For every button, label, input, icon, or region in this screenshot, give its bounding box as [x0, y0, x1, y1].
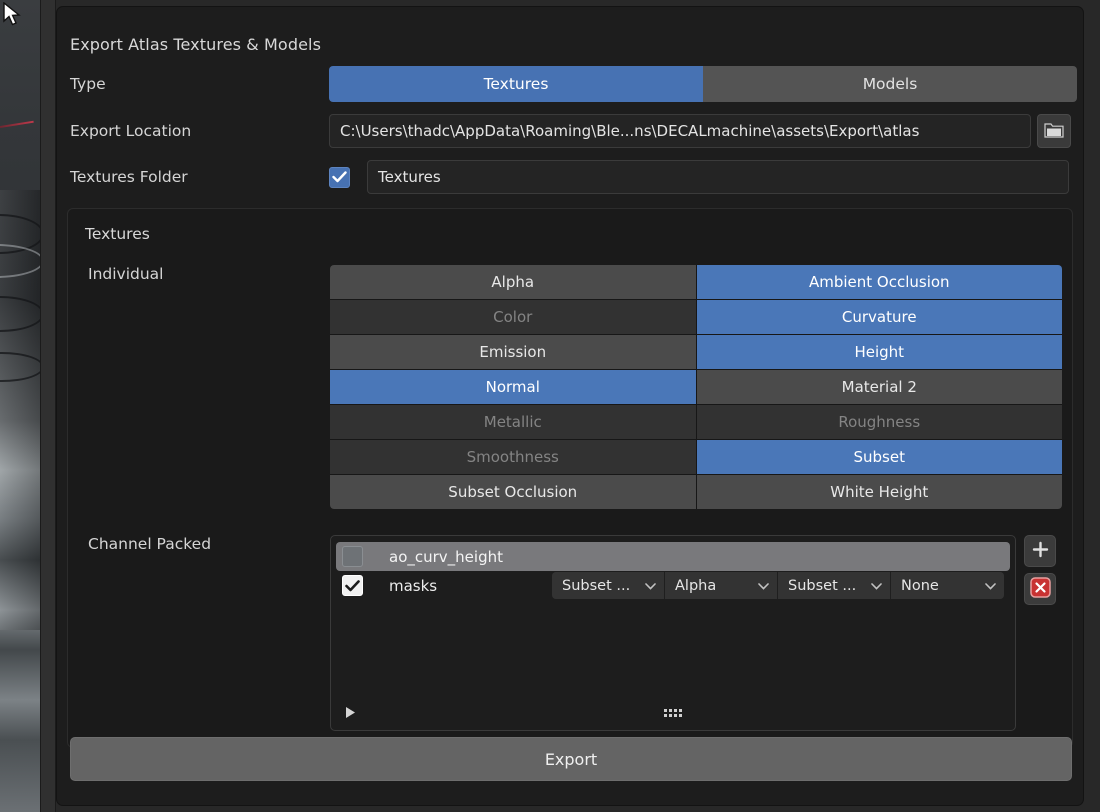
- channel-dropdown-2[interactable]: Alpha: [665, 572, 778, 599]
- screen: Export Atlas Textures & Models Type Text…: [0, 0, 1100, 812]
- textures-subpanel-title: Textures: [85, 225, 150, 243]
- type-row: Type Textures Models: [67, 66, 1077, 102]
- type-label: Type: [70, 75, 106, 93]
- channel-dropdown-label: Subset ...: [788, 577, 857, 594]
- viewport-gutter: [40, 0, 56, 812]
- textures-folder-input[interactable]: Textures: [367, 160, 1069, 194]
- channel-dropdown-3[interactable]: Subset ...: [778, 572, 891, 599]
- channel-dropdown-label: Alpha: [675, 577, 717, 594]
- check-icon: [332, 171, 347, 183]
- export-location-label: Export Location: [70, 122, 192, 140]
- channel-dropdown-1[interactable]: Subset ...: [552, 572, 665, 599]
- textures-folder-row: Textures Folder Textures: [67, 160, 1073, 194]
- texture-toggle-smoothness: Smoothness: [330, 440, 696, 474]
- type-option-textures[interactable]: Textures: [329, 66, 703, 102]
- chevron-down-icon: [871, 578, 882, 594]
- textures-subpanel: Textures Individual Alpha Ambient Occlusi…: [67, 208, 1073, 748]
- check-icon: [345, 579, 360, 592]
- type-segmented-control: Textures Models: [329, 66, 1077, 102]
- channel-dropdown-4[interactable]: None: [891, 572, 1004, 599]
- viewport-3d[interactable]: [0, 0, 44, 812]
- export-button[interactable]: Export: [70, 737, 1072, 781]
- browse-folder-button[interactable]: [1037, 114, 1071, 148]
- texture-toggle-metallic: Metallic: [330, 405, 696, 439]
- texture-toggle-white-height[interactable]: White Height: [696, 475, 1062, 509]
- remove-channel-pack-button[interactable]: [1024, 573, 1056, 605]
- export-location-input[interactable]: C:\Users\thadc\AppData\Roaming\Ble...ns\…: [329, 114, 1031, 148]
- individual-row: Individual Alpha Ambient Occlusion Color Cu…: [78, 265, 1062, 509]
- channel-pack-name: masks: [389, 576, 438, 595]
- chevron-down-icon: [645, 578, 656, 594]
- channel-pack-dropdowns: Subset ... Alpha Subset ... None: [552, 572, 1004, 599]
- texture-toggle-subset-occlusion[interactable]: Subset Occlusion: [330, 475, 696, 509]
- textures-folder-label: Textures Folder: [70, 168, 188, 186]
- textures-folder-checkbox[interactable]: [329, 166, 350, 188]
- export-location-row: Export Location C:\Users\thadc\AppData\R…: [67, 114, 1073, 148]
- axis-line-red: [0, 120, 34, 128]
- folder-icon: [1044, 121, 1064, 142]
- texture-toggle-emission[interactable]: Emission: [330, 335, 696, 369]
- grip-dots-icon[interactable]: [664, 709, 682, 717]
- channel-dropdown-label: None: [901, 577, 939, 594]
- dialog-title: Export Atlas Textures & Models: [70, 35, 321, 54]
- texture-toggle-grid: Alpha Ambient Occlusion Color Curvature Emis…: [330, 265, 1062, 509]
- chevron-down-icon: [758, 578, 769, 594]
- export-dialog: Export Atlas Textures & Models Type Text…: [56, 6, 1084, 806]
- triangle-right-icon[interactable]: [345, 704, 356, 723]
- texture-toggle-roughness: Roughness: [696, 405, 1062, 439]
- plus-icon: [1032, 541, 1049, 562]
- texture-toggle-height[interactable]: Height: [696, 335, 1062, 369]
- type-option-models[interactable]: Models: [703, 66, 1077, 102]
- channel-packed-label: Channel Packed: [88, 535, 212, 553]
- channel-pack-checkbox[interactable]: [342, 575, 363, 596]
- texture-toggle-curvature[interactable]: Curvature: [696, 300, 1062, 334]
- add-channel-pack-button[interactable]: [1024, 535, 1056, 567]
- channel-pack-item[interactable]: ao_curv_height: [336, 542, 1010, 571]
- remove-x-icon: [1029, 576, 1051, 602]
- individual-label: Individual: [88, 265, 164, 283]
- chevron-down-icon: [985, 578, 996, 594]
- texture-toggle-material-2[interactable]: Material 2: [696, 370, 1062, 404]
- channel-packed-list[interactable]: ao_curv_height masks Subset ... Alpha Subset…: [330, 535, 1016, 731]
- channel-packed-actions: [1024, 535, 1056, 605]
- texture-toggle-color: Color: [330, 300, 696, 334]
- channel-dropdown-label: Subset ...: [562, 577, 631, 594]
- texture-toggle-subset[interactable]: Subset: [696, 440, 1062, 474]
- channel-pack-name: ao_curv_height: [389, 547, 503, 566]
- channel-packed-row: Channel Packed ao_curv_heightmasks Subset…: [78, 535, 1062, 731]
- channel-pack-checkbox[interactable]: [342, 546, 363, 567]
- channel-packed-footer: [331, 702, 1015, 724]
- texture-toggle-normal[interactable]: Normal: [330, 370, 696, 404]
- channel-pack-item[interactable]: masks Subset ... Alpha Subset ... None: [336, 571, 1010, 600]
- texture-toggle-alpha[interactable]: Alpha: [330, 265, 696, 299]
- texture-toggle-ambient-occlusion[interactable]: Ambient Occlusion: [696, 265, 1062, 299]
